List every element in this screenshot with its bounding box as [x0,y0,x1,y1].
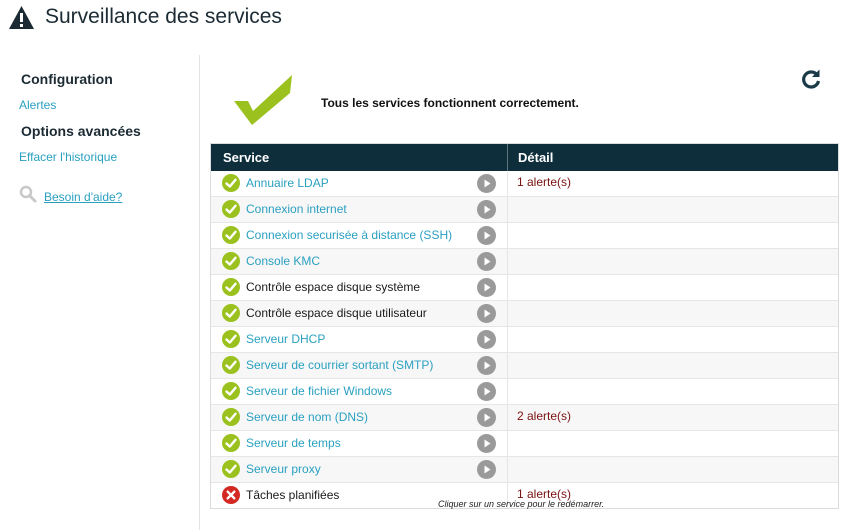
service-name-link[interactable]: Serveur proxy [246,462,321,476]
table-row[interactable]: Connexion internet [211,196,838,222]
ok-status-icon [222,174,240,192]
table-row[interactable]: Serveur DHCP [211,326,838,352]
restart-play-icon[interactable] [477,356,496,375]
ok-status-icon [222,330,240,348]
table-row[interactable]: Serveur de nom (DNS) 2 alerte(s) [211,404,838,430]
configuration-heading: Configuration [21,71,113,87]
service-name-link[interactable]: Serveur DHCP [246,332,325,346]
restart-play-icon[interactable] [477,434,496,453]
service-name-link[interactable]: Connexion internet [246,202,347,216]
table-row[interactable]: Serveur de fichier Windows [211,378,838,404]
search-icon [19,185,37,208]
refresh-icon [802,69,821,89]
help-section: Besoin d'aide? [19,185,122,208]
table-body: Annuaire LDAP 1 alerte(s) Connexion intern… [211,171,838,508]
column-divider [507,379,508,404]
sidebar: Configuration Alertes Options avancées E… [0,55,200,530]
restart-play-icon[interactable] [477,382,496,401]
service-name-link[interactable]: Serveur de fichier Windows [246,384,392,398]
service-name-link[interactable]: Contrôle espace disque utilisateur [246,306,427,320]
service-name-link[interactable]: Console KMC [246,254,320,268]
service-name-link[interactable]: Annuaire LDAP [246,176,329,190]
column-divider [507,144,508,171]
all-ok-check-icon [233,74,293,131]
ok-status-icon [222,408,240,426]
table-row[interactable]: Connexion securisée à distance (SSH) [211,222,838,248]
ok-status-icon [222,356,240,374]
ok-status-icon [222,278,240,296]
table-header: Service Détail [211,144,838,171]
footnote: Cliquer sur un service pour le redémarre… [438,499,605,509]
ok-status-icon [222,460,240,478]
ok-status-icon [222,304,240,322]
column-divider [507,301,508,326]
service-name-link[interactable]: Serveur de courrier sortant (SMTP) [246,358,433,372]
ok-status-icon [222,434,240,452]
status-message: Tous les services fonctionnent correctem… [321,96,579,110]
service-name-link[interactable]: Contrôle espace disque système [246,280,420,294]
restart-play-icon[interactable] [477,460,496,479]
restart-play-icon[interactable] [477,226,496,245]
column-divider [507,275,508,300]
help-link[interactable]: Besoin d'aide? [44,190,122,204]
column-divider [507,457,508,482]
restart-play-icon[interactable] [477,304,496,323]
ok-status-icon [222,252,240,270]
column-divider [507,405,508,430]
column-divider [507,431,508,456]
ok-status-icon [222,226,240,244]
service-name-link[interactable]: Tâches planifiées [246,488,339,502]
service-name-link[interactable]: Serveur de temps [246,436,341,450]
column-divider [507,327,508,352]
services-table: Service Détail Annuaire LDAP 1 alerte(s) C… [210,143,839,509]
service-name-link[interactable]: Connexion securisée à distance (SSH) [246,228,452,242]
restart-play-icon[interactable] [477,200,496,219]
restart-play-icon[interactable] [477,252,496,271]
table-row[interactable]: Serveur de temps [211,430,838,456]
column-divider [507,249,508,274]
error-status-icon [222,486,240,504]
column-divider [507,171,508,196]
column-divider [507,223,508,248]
table-row[interactable]: Contrôle espace disque système [211,274,838,300]
warning-icon [8,5,35,30]
alerts-link[interactable]: Alertes [19,98,56,112]
page-title: Surveillance des services [45,5,282,28]
table-row[interactable]: Serveur de courrier sortant (SMTP) [211,352,838,378]
table-row[interactable]: Contrôle espace disque utilisateur [211,300,838,326]
restart-play-icon[interactable] [477,408,496,427]
table-row[interactable]: Serveur proxy [211,456,838,482]
restart-play-icon[interactable] [477,174,496,193]
column-header-service: Service [223,150,270,165]
column-divider [507,353,508,378]
ok-status-icon [222,200,240,218]
page-header: Surveillance des services [8,4,282,30]
refresh-button[interactable] [800,68,822,90]
restart-play-icon[interactable] [477,330,496,349]
column-header-detail: Détail [518,150,554,165]
detail-text: 1 alerte(s) [517,175,572,189]
restart-play-icon[interactable] [477,278,496,297]
clear-history-link[interactable]: Effacer l'historique [19,150,117,164]
advanced-options-heading: Options avancées [21,123,141,139]
column-divider [507,197,508,222]
service-name-link[interactable]: Serveur de nom (DNS) [246,410,368,424]
ok-status-icon [222,382,240,400]
detail-text: 2 alerte(s) [517,409,572,423]
table-row[interactable]: Console KMC [211,248,838,274]
table-row[interactable]: Annuaire LDAP 1 alerte(s) [211,171,838,196]
